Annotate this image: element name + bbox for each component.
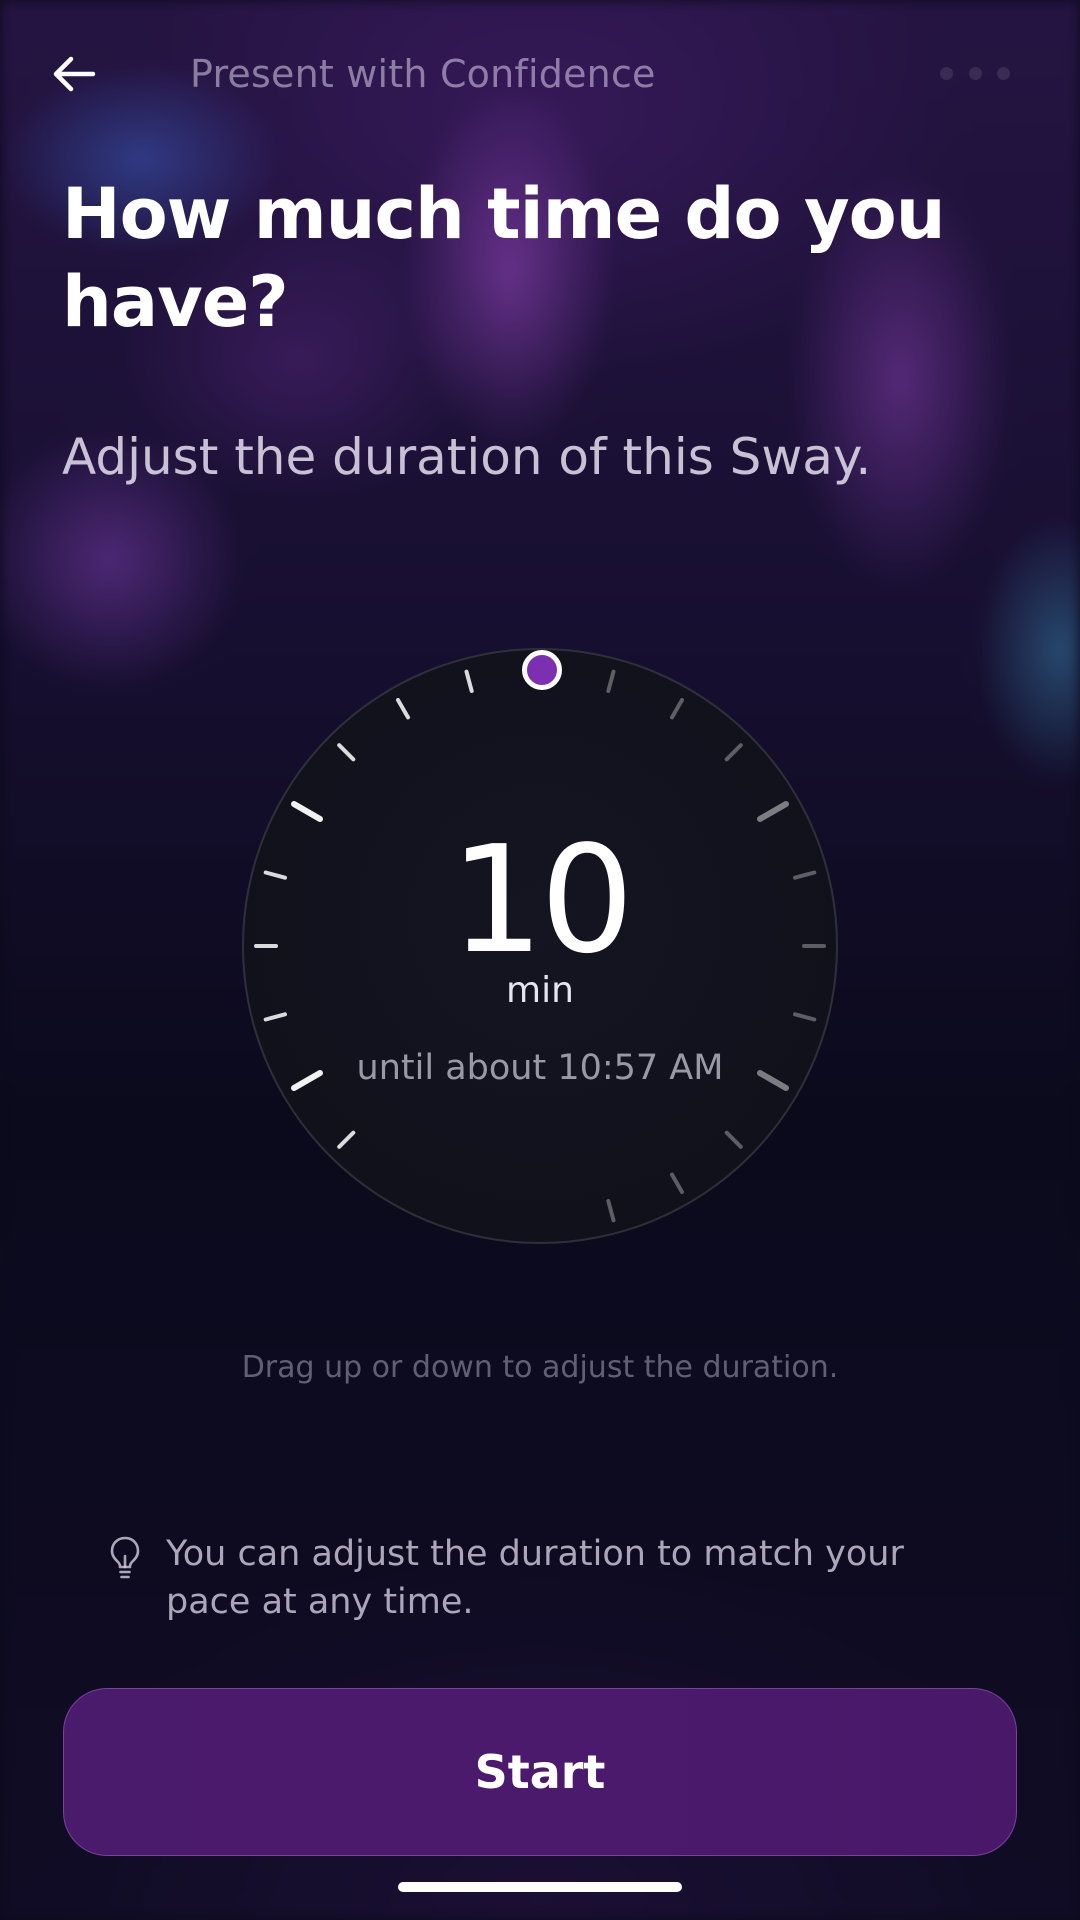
dial-tick — [793, 1012, 817, 1022]
more-dots-icon — [968, 66, 982, 80]
dial-tick — [337, 1130, 356, 1149]
more-dots-icon — [997, 66, 1010, 80]
screen: Present with Confidence How much time do… — [0, 0, 1080, 1920]
back-button[interactable] — [44, 44, 104, 104]
duration-unit: min — [506, 970, 574, 1011]
drag-hint: Drag up or down to adjust the duration. — [241, 1350, 839, 1385]
duration-dial[interactable]: 10 min until about 10:57 AM — [242, 648, 838, 1244]
arrow-left-icon — [53, 56, 96, 92]
dial-tick — [263, 1012, 287, 1022]
page-title: How much time do you have? — [62, 173, 946, 343]
dial-tick — [606, 1199, 616, 1223]
start-button-label: Start — [474, 1745, 606, 1799]
tip-row: You can adjust the duration to match you… — [108, 1530, 928, 1626]
dial-tick — [670, 698, 684, 720]
dial-tick — [464, 669, 474, 693]
more-dots-icon — [940, 66, 953, 80]
start-button[interactable]: Start — [63, 1688, 1017, 1856]
more-button[interactable] — [940, 60, 1010, 86]
dial-tick — [337, 743, 356, 762]
dial-tick — [724, 1130, 743, 1149]
dial-tick — [757, 801, 789, 822]
dial-knob[interactable] — [522, 650, 562, 690]
nav-title: Present with Confidence — [190, 52, 656, 96]
tip-text: You can adjust the duration to match you… — [166, 1534, 904, 1622]
dial-tick — [291, 801, 323, 822]
lightbulb-icon — [110, 1536, 140, 1579]
page-subtitle: Adjust the duration of this Sway. — [62, 428, 872, 486]
duration-value: 10 — [449, 814, 634, 986]
dial-tick — [724, 743, 743, 762]
dial-tick — [606, 669, 616, 693]
dial-tick — [396, 698, 410, 720]
home-indicator — [398, 1882, 682, 1892]
end-time-text: until about 10:57 AM — [356, 1048, 724, 1088]
dial-tick — [670, 1172, 684, 1194]
